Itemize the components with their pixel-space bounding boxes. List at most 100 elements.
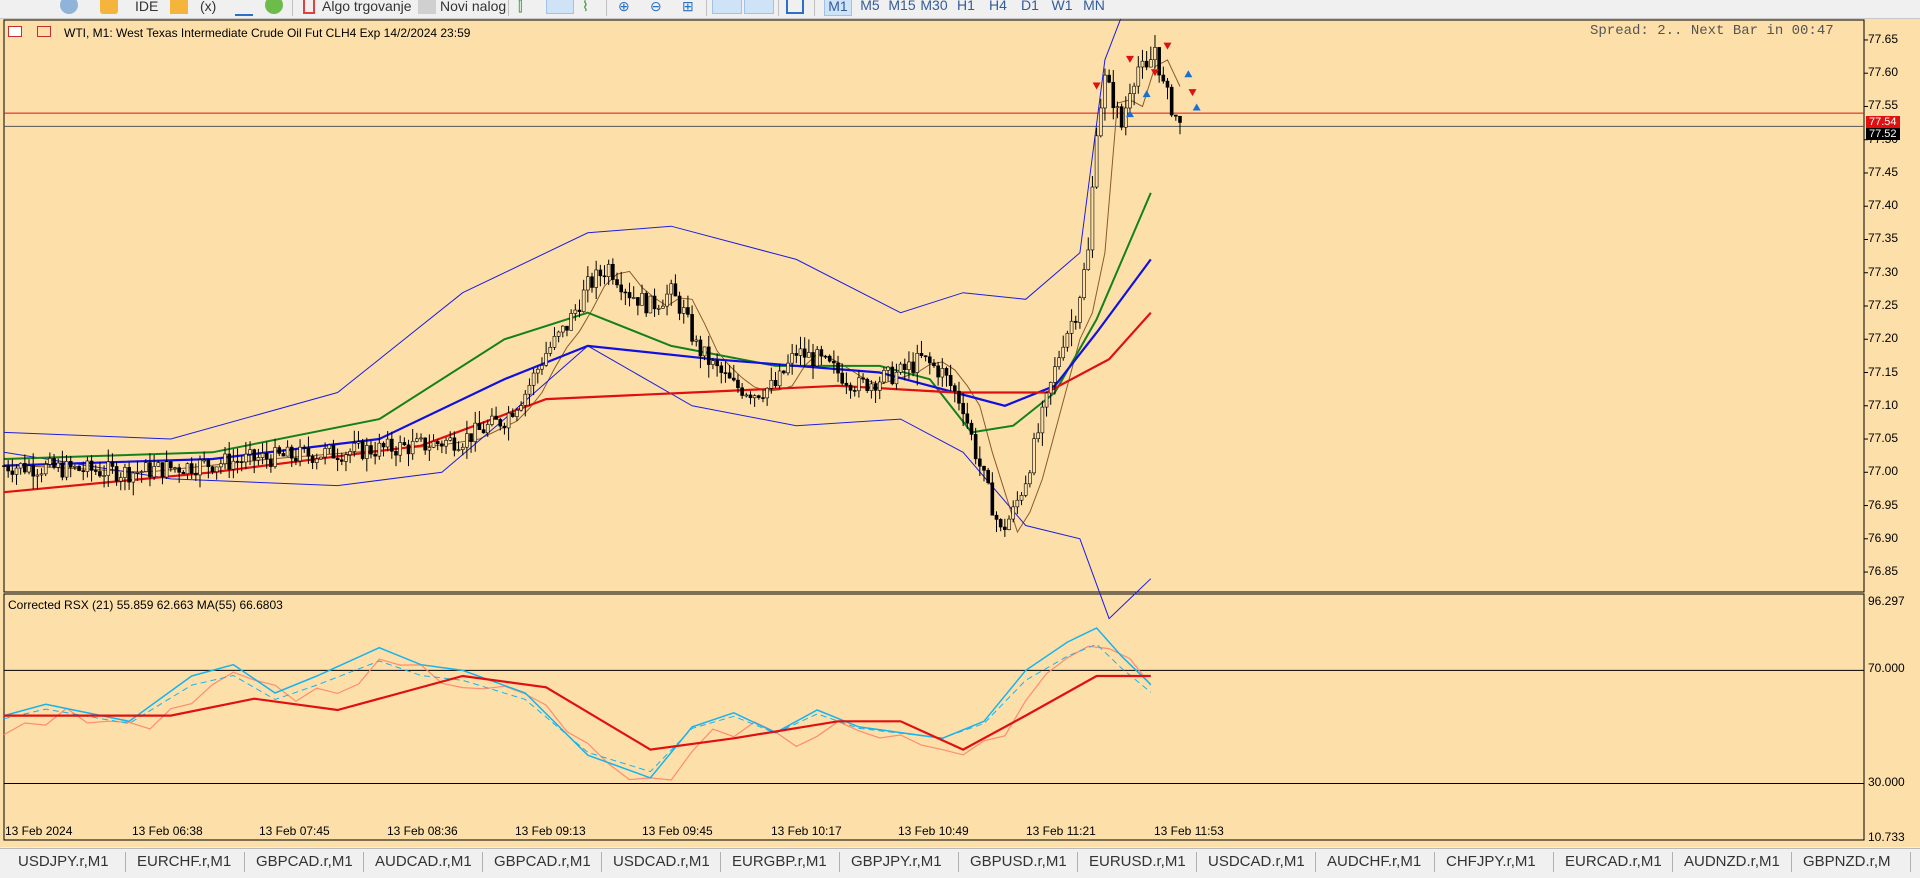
market-icon[interactable] xyxy=(265,0,283,14)
symbol-tab[interactable]: AUDCAD.r,M1 xyxy=(375,849,472,875)
ide-button[interactable]: IDE xyxy=(135,0,158,16)
candle-body xyxy=(957,390,961,404)
symbol-tab[interactable]: AUDNZD.r,M1 xyxy=(1684,849,1780,875)
candle-body xyxy=(406,444,411,455)
candle-body xyxy=(515,409,519,417)
candle-body xyxy=(790,353,794,364)
candle-body xyxy=(10,470,15,475)
symbol-tab[interactable]: EURUSD.r,M1 xyxy=(1089,849,1186,875)
signals-icon[interactable] xyxy=(235,0,253,16)
chart-window[interactable]: WTI, M1: West Texas Intermediate Crude O… xyxy=(0,19,1920,847)
symbol-tab[interactable]: AUDCHF.r,M1 xyxy=(1327,849,1421,875)
candle-body xyxy=(85,460,90,472)
screenshot-icon[interactable] xyxy=(786,0,804,14)
zoom-in-icon[interactable]: ⊕ xyxy=(618,0,630,16)
candle-body xyxy=(665,293,669,307)
symbol-tab[interactable]: GBPCAD.r,M1 xyxy=(256,849,353,875)
price-tick: 76.90 xyxy=(1868,530,1899,545)
candle-body xyxy=(794,353,799,356)
symbol-tab[interactable]: GBPNZD.r,M xyxy=(1803,849,1891,875)
tf-w1[interactable]: W1 xyxy=(1048,0,1076,16)
symbol-tab[interactable]: GBPJPY.r,M1 xyxy=(851,849,942,875)
tf-m15[interactable]: M15 xyxy=(888,0,916,16)
candle-body xyxy=(219,463,223,468)
candle-body xyxy=(177,467,181,473)
symbol-tab[interactable]: GBPUSD.r,M1 xyxy=(970,849,1067,875)
candle-body xyxy=(185,463,190,475)
candle-body xyxy=(273,447,277,467)
candle-body xyxy=(164,461,169,478)
candle-body xyxy=(786,362,790,374)
menu-icon[interactable] xyxy=(20,0,38,16)
symbol-tab[interactable]: USDJPY.r,M1 xyxy=(18,849,109,875)
candle-body xyxy=(1149,59,1153,68)
candle-body xyxy=(944,368,949,376)
candle-body xyxy=(902,363,907,370)
candle-body xyxy=(978,458,982,467)
candle-body xyxy=(289,446,294,459)
price-tick: 76.95 xyxy=(1868,497,1899,512)
candle-body xyxy=(857,377,861,392)
candle-body xyxy=(352,442,357,452)
line-chart-icon[interactable]: ⌇ xyxy=(582,0,589,16)
candles-icon[interactable] xyxy=(546,0,574,14)
candle-body xyxy=(852,390,857,392)
tab-separator xyxy=(1077,852,1078,872)
chart-type-icon[interactable] xyxy=(37,26,51,37)
symbol-tab[interactable]: EURGBP.r,M1 xyxy=(732,849,827,875)
candle-body xyxy=(1115,106,1120,109)
chart-menu-icon[interactable] xyxy=(8,26,22,37)
buy-arrow-icon xyxy=(1184,70,1193,78)
buy-arrow-icon xyxy=(1142,90,1151,98)
candle-body xyxy=(381,442,386,448)
chart-shift-icon[interactable] xyxy=(744,0,774,14)
rsx-slow-line xyxy=(3,645,1152,781)
candle-body xyxy=(1157,47,1161,76)
candle-body xyxy=(556,331,561,337)
symbol-tab[interactable]: CHFJPY.r,M1 xyxy=(1446,849,1536,875)
tile-icon[interactable]: ⊞ xyxy=(682,0,694,16)
autoscroll-icon[interactable] xyxy=(712,0,742,14)
candle-body xyxy=(740,387,744,396)
symbol-tab[interactable]: USDCAD.r,M1 xyxy=(1208,849,1305,875)
candle-body xyxy=(239,461,244,463)
price-chart[interactable] xyxy=(0,19,1920,847)
candle-body xyxy=(877,381,882,391)
symbol-tab[interactable]: EURCAD.r,M1 xyxy=(1565,849,1662,875)
candle-body xyxy=(711,360,715,365)
globe-icon[interactable] xyxy=(60,0,78,14)
symbol-tab[interactable]: EURCHF.r,M1 xyxy=(137,849,231,875)
tf-m30[interactable]: M30 xyxy=(920,0,948,16)
zoom-out-icon[interactable]: ⊖ xyxy=(650,0,662,16)
candle-body xyxy=(919,352,924,356)
candle-body xyxy=(356,441,361,444)
candle-body xyxy=(173,467,177,469)
tf-d1[interactable]: D1 xyxy=(1016,0,1044,16)
candle-body xyxy=(223,453,227,465)
price-tick: 77.20 xyxy=(1868,331,1899,346)
bar-chart-icon[interactable]: ⫿ xyxy=(518,0,522,16)
candle-body xyxy=(331,444,336,459)
algo-trading-button[interactable]: Algo trgovanje xyxy=(322,0,412,16)
candle-body xyxy=(811,352,815,367)
time-label: 13 Feb 09:45 xyxy=(642,824,713,838)
fx-icon[interactable]: (x) xyxy=(200,0,216,16)
candle-body xyxy=(832,360,836,364)
new-order-button[interactable]: Novi nalog xyxy=(440,0,506,16)
lock-icon[interactable] xyxy=(100,0,118,14)
tf-m1[interactable]: M1 xyxy=(824,0,852,16)
tf-h4[interactable]: H4 xyxy=(984,0,1012,16)
candle-body xyxy=(73,466,77,468)
candle-body xyxy=(661,305,665,309)
candle-body xyxy=(102,475,106,477)
symbol-tab[interactable]: USDCAD.r,M1 xyxy=(613,849,710,875)
folder-icon[interactable] xyxy=(170,0,188,14)
tf-mn[interactable]: MN xyxy=(1080,0,1108,16)
candle-body xyxy=(815,349,819,367)
tf-m5[interactable]: M5 xyxy=(856,0,884,16)
symbol-tab[interactable]: GBPCAD.r,M1 xyxy=(494,849,591,875)
candle-body xyxy=(519,405,523,411)
candle-body xyxy=(460,446,465,450)
candle-body xyxy=(819,349,824,357)
tf-h1[interactable]: H1 xyxy=(952,0,980,16)
